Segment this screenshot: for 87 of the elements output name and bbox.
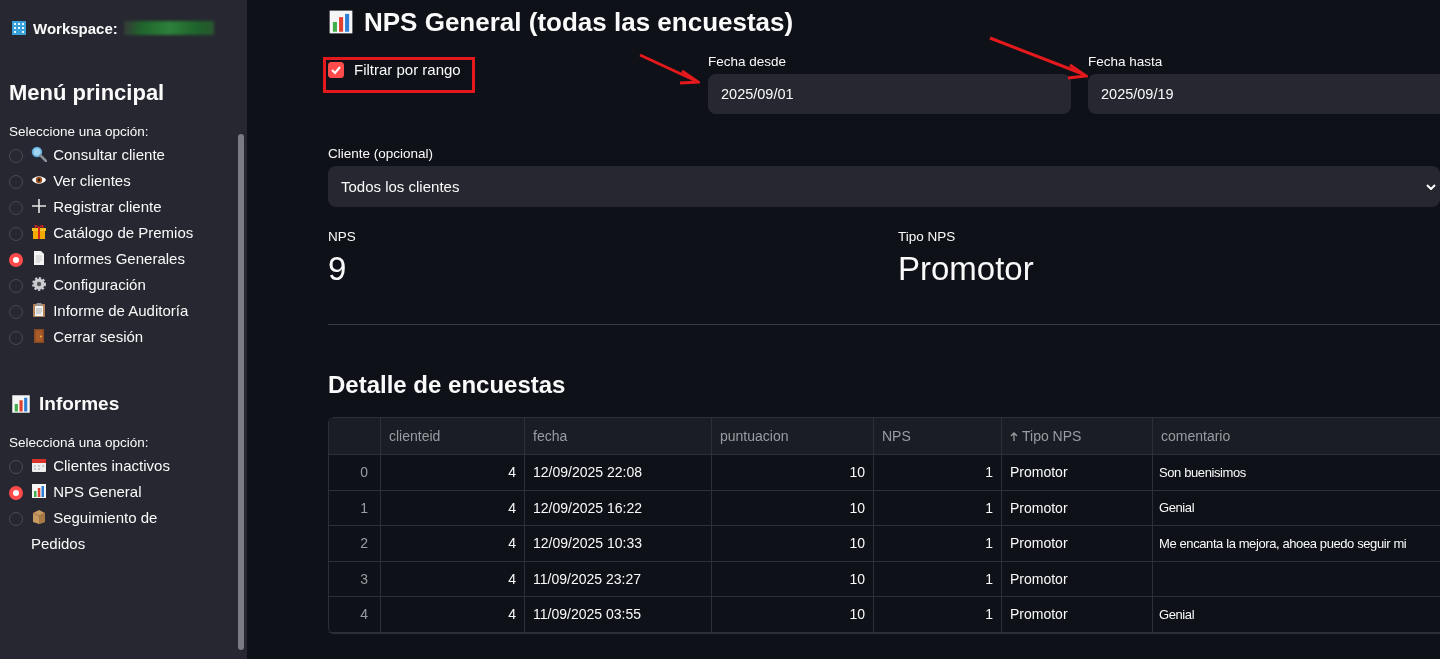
table-cell: Promotor — [1001, 597, 1152, 633]
radio-group-label: Seleccione una opción: — [9, 124, 150, 139]
radio-option[interactable]: NPS General — [31, 479, 142, 505]
radio-button[interactable] — [9, 486, 23, 500]
radio-option[interactable]: Consultar cliente — [31, 142, 165, 168]
row-index: 0 — [329, 455, 380, 491]
table-cell: Promotor — [1001, 490, 1152, 526]
table-cell: 10 — [711, 455, 873, 491]
date-field[interactable]: 2025/09/19 — [1088, 74, 1440, 114]
table-cell: 1 — [873, 455, 1001, 491]
row-index: 2 — [329, 526, 380, 562]
field-label: Cliente (opcional) — [328, 146, 435, 163]
row-index: 3 — [329, 561, 380, 597]
table-cell: 4 — [380, 561, 524, 597]
table-cell: 4 — [380, 597, 524, 633]
table-cell: 10 — [711, 561, 873, 597]
radio-button[interactable] — [9, 253, 23, 267]
gift-icon — [31, 224, 47, 240]
table-cell: Promotor — [1001, 561, 1152, 597]
row-index: 4 — [329, 597, 380, 633]
column-header[interactable]: fecha — [524, 418, 711, 455]
scrollbar-thumb[interactable] — [238, 134, 244, 650]
annotation-arrow — [638, 53, 700, 85]
chevron-down-icon — [1426, 183, 1436, 190]
table-cell: 10 — [711, 526, 873, 562]
table-cell: 11/09/2025 03:55 — [524, 597, 711, 633]
table-cell: Promotor — [1001, 455, 1152, 491]
column-header[interactable]: NPS — [873, 418, 1001, 455]
table-cell: 10 — [711, 490, 873, 526]
table-cell: 10 — [711, 597, 873, 633]
radio-option[interactable]: Ver clientes — [31, 168, 131, 194]
page-title: NPS General (todas las encuestas) — [364, 6, 794, 38]
bar-chart-icon — [328, 9, 354, 35]
radio-option[interactable]: Seguimiento de Pedidos — [31, 505, 203, 557]
radio-option[interactable]: Clientes inactivos — [31, 453, 170, 479]
box-icon — [31, 509, 47, 525]
table-cell: Genial — [1152, 597, 1440, 633]
clipboard-icon — [31, 302, 47, 318]
radio-option[interactable]: Catálogo de Premios — [31, 220, 194, 246]
radio-option[interactable]: Informes Generales — [31, 246, 185, 272]
metric-value: 9 — [328, 250, 348, 288]
date-field[interactable]: 2025/09/01 — [708, 74, 1071, 114]
bar-chart-icon — [31, 483, 47, 499]
document-icon — [31, 250, 47, 266]
table-cell: 12/09/2025 10:33 — [524, 526, 711, 562]
door-icon — [31, 328, 47, 344]
plus-icon — [31, 198, 47, 214]
workspace-label: Workspace: — [33, 19, 118, 37]
filter-checkbox[interactable]: Filtrar por rango — [328, 61, 461, 78]
radio-option[interactable]: Informe de Auditoría — [31, 298, 189, 324]
radio-option[interactable]: Cerrar sesión — [31, 324, 144, 350]
table-cell: 1 — [873, 561, 1001, 597]
column-header[interactable]: comentario — [1152, 418, 1440, 455]
section-heading: Menú principal — [9, 80, 165, 106]
table-cell: 4 — [380, 526, 524, 562]
column-header[interactable]: puntuacion — [711, 418, 873, 455]
table-cell: Son buenisimos — [1152, 455, 1440, 491]
table-cell: Genial — [1152, 490, 1440, 526]
radio-option[interactable]: Configuración — [31, 272, 146, 298]
search-icon — [31, 146, 47, 162]
field-label: Fecha hasta — [1088, 54, 1164, 71]
calendar-icon — [31, 457, 47, 473]
building-icon — [11, 20, 27, 36]
table-cell: 4 — [380, 490, 524, 526]
row-index: 1 — [329, 490, 380, 526]
radio-group-label: Seleccioná una opción: — [9, 435, 150, 450]
table-cell: 1 — [873, 490, 1001, 526]
table-cell: 1 — [873, 597, 1001, 633]
radio-option[interactable]: Registrar cliente — [31, 194, 162, 220]
table-cell: Promotor — [1001, 526, 1152, 562]
metric-value: Promotor — [898, 250, 1035, 288]
section-heading: Informes — [39, 393, 120, 415]
client-dropdown[interactable]: Todos los clientes — [328, 166, 1440, 207]
table-cell: 11/09/2025 23:27 — [524, 561, 711, 597]
column-header[interactable]: clienteid — [380, 418, 524, 455]
table-cell: 4 — [380, 455, 524, 491]
table-cell: Me encanta la mejora, ahoea puedo seguir mi — [1152, 526, 1440, 562]
table-cell: 12/09/2025 22:08 — [524, 455, 711, 491]
metric-label: Tipo NPS — [898, 229, 957, 244]
column-header[interactable]: Tipo NPS — [1001, 418, 1152, 455]
section-heading: Detalle de encuestas — [328, 371, 567, 399]
gear-icon — [31, 276, 47, 292]
metric-label: NPS — [328, 229, 357, 244]
bar-chart-icon — [11, 394, 31, 414]
table-cell: 1 — [873, 526, 1001, 562]
table-cell: 12/09/2025 16:22 — [524, 490, 711, 526]
field-label: Fecha desde — [708, 54, 788, 71]
